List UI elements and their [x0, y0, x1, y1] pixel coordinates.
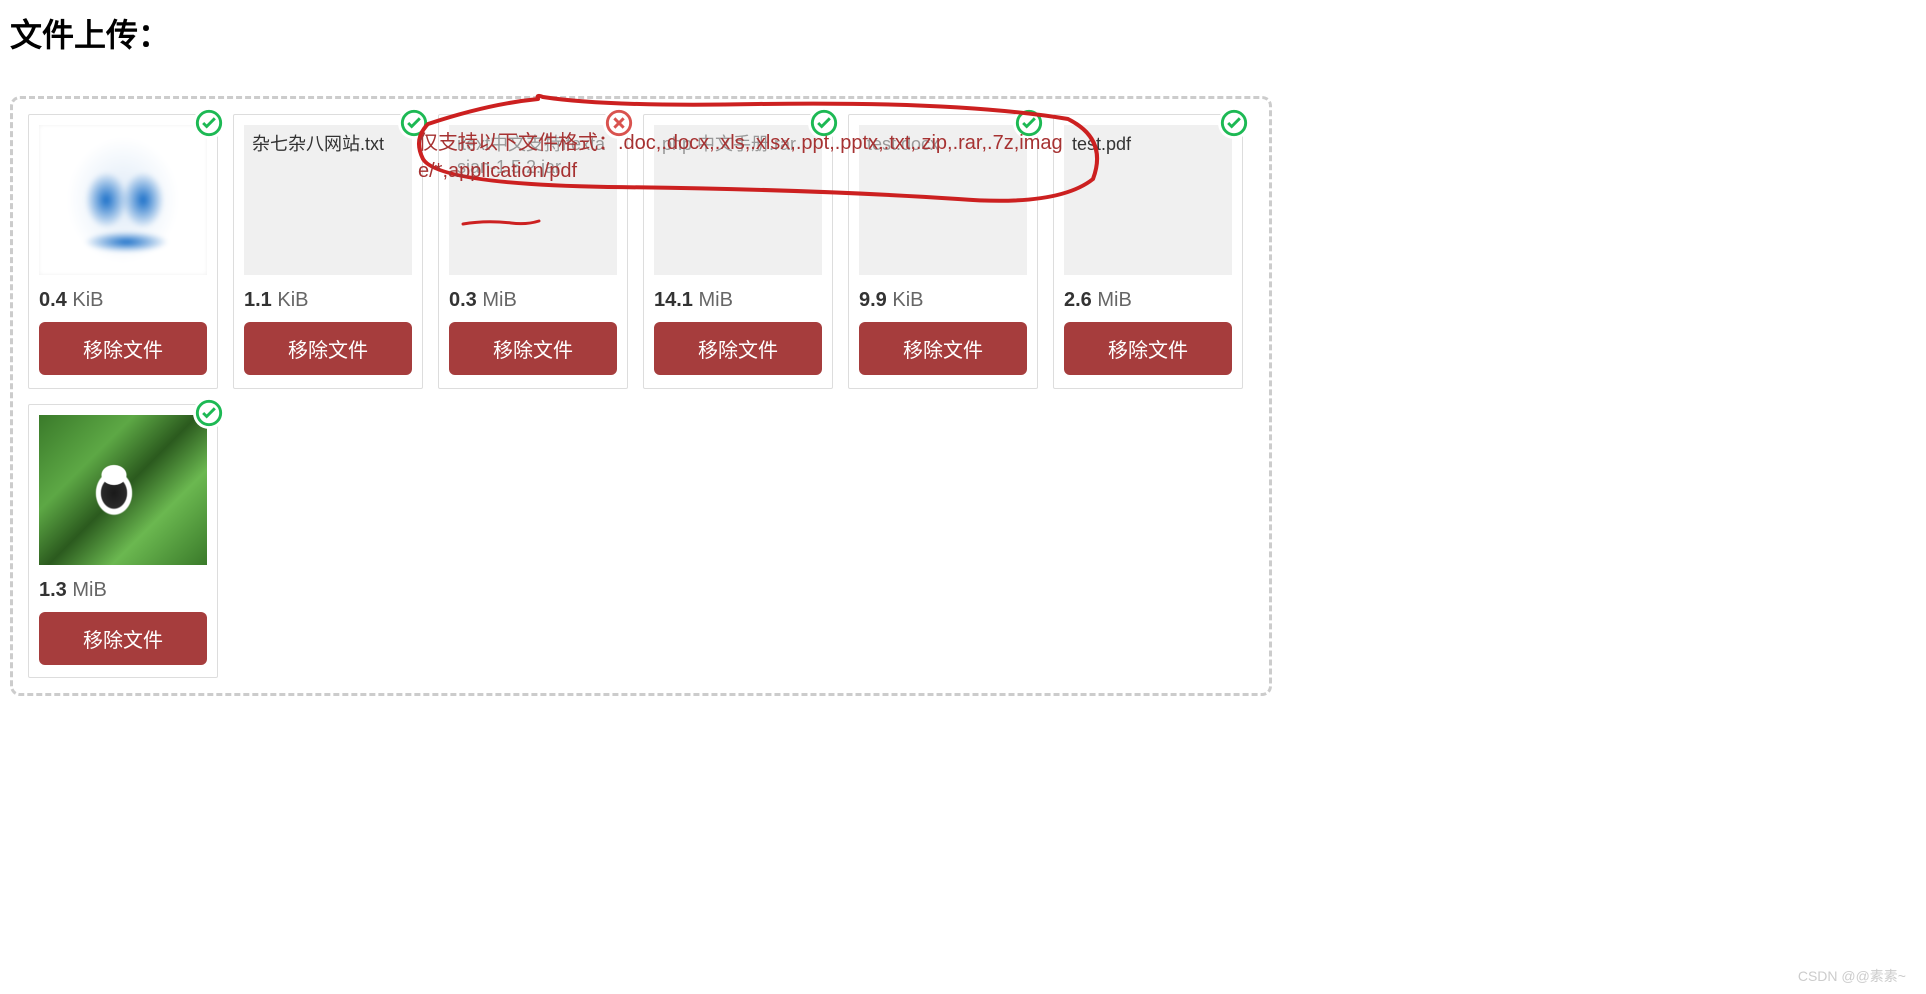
file-card: 1.3 MiB 移除文件: [28, 404, 218, 679]
remove-file-button[interactable]: 移除文件: [859, 322, 1027, 375]
remove-file-button[interactable]: 移除文件: [1064, 322, 1232, 375]
remove-file-button[interactable]: 移除文件: [244, 322, 412, 375]
file-card: 杂七杂八网站.txt 1.1 KiB 移除文件: [233, 114, 423, 389]
file-thumbnail: test.pdf: [1064, 125, 1232, 275]
page-title: 文件上传：: [10, 10, 1916, 56]
file-name-label: 杂七杂八网站.txt: [252, 133, 404, 156]
file-size-label: 9.9 KiB: [859, 289, 1027, 312]
check-circle-icon: [1218, 107, 1250, 139]
file-size-label: 0.3 MiB: [449, 289, 617, 312]
file-name-label: test.pdf: [1072, 133, 1224, 156]
file-card: 帮助中心.png 0.4 KiB 移除文件: [28, 114, 218, 389]
file-thumbnail: 帮助中心.png: [39, 125, 207, 275]
watermark-text: CSDN @@素素~: [1798, 966, 1906, 986]
file-size-label: 1.1 KiB: [244, 289, 412, 312]
remove-file-button[interactable]: 移除文件: [449, 322, 617, 375]
format-error-tooltip: 仅支持以下文件格式：.doc,.docx,.xls,.xlsx,.ppt,.pp…: [418, 129, 1078, 185]
file-thumbnail: 杂七杂八网站.txt: [244, 125, 412, 275]
file-size-label: 2.6 MiB: [1064, 289, 1232, 312]
file-card: test.pdf 2.6 MiB 移除文件: [1053, 114, 1243, 389]
file-thumbnail: [39, 415, 207, 565]
remove-file-button[interactable]: 移除文件: [654, 322, 822, 375]
file-size-label: 14.1 MiB: [654, 289, 822, 312]
remove-file-button[interactable]: 移除文件: [39, 612, 207, 665]
remove-file-button[interactable]: 移除文件: [39, 322, 207, 375]
file-size-label: 0.4 KiB: [39, 289, 207, 312]
check-circle-icon: [193, 397, 225, 429]
check-circle-icon: [193, 107, 225, 139]
file-size-label: 1.3 MiB: [39, 579, 207, 602]
upload-dropzone[interactable]: 仅支持以下文件格式：.doc,.docx,.xls,.xlsx,.ppt,.pp…: [10, 96, 1272, 696]
